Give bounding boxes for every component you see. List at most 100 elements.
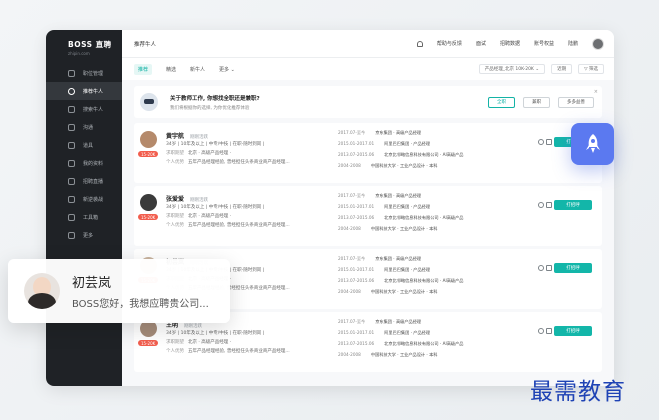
candidate-card[interactable]: 15-20K 黄宇航 刚刚活跃 34岁 | 10年及以上 | 中专/中技 | 在职-随… — [134, 123, 602, 183]
star-icon — [68, 195, 75, 203]
chat-notification[interactable]: 初芸岚 BOSS您好，我想应聘贵公司... — [8, 259, 230, 323]
sidebar-item-new[interactable]: 新逆袭战 — [46, 190, 122, 208]
candidate-expect: 求职期望北京 · 高级产品经理 · — [166, 340, 233, 345]
experience-detail: 京东集团 · 高级产品经理 — [375, 256, 422, 261]
more-icon[interactable] — [546, 265, 552, 271]
avatar[interactable] — [592, 37, 604, 50]
sidebar-item-label: 搜索牛人 — [83, 106, 104, 113]
job-select[interactable]: 产品经理_北京 10K-20K ⌄ — [478, 64, 546, 74]
advantage-text: 五年产品经理经验, 曾经担任头条商业商产品经理... — [188, 160, 290, 165]
greet-button[interactable]: 打招呼 — [554, 326, 592, 336]
expect-field: 高级产品经理 — [201, 214, 229, 219]
close-icon[interactable]: × — [594, 89, 598, 95]
experience-date: 2013.07-2015.06 — [338, 152, 375, 157]
more-icon[interactable] — [546, 139, 552, 145]
candidate-name-row: 黄宇航 刚刚活跃 — [166, 131, 208, 140]
favorite-icon[interactable] — [538, 139, 544, 145]
sidebar-item-label: 道具 — [83, 142, 94, 149]
sidebar-item-props[interactable]: 道具 — [46, 136, 122, 154]
both-button[interactable]: 多多益善 — [558, 96, 594, 108]
sidebar-item-tools[interactable]: 工具箱 — [46, 208, 122, 226]
help-link[interactable]: 帮助与反馈 — [437, 40, 462, 47]
experience-date: 2004-2008 — [338, 289, 361, 294]
experience-date: 2013.07-2015.06 — [338, 341, 375, 346]
tabs-row: 推荐 精选 新牛人 更多 ⌄ 产品经理_北京 10K-20K ⌄ 近期 ▽ 筛选 — [122, 58, 614, 80]
sidebar-item-recommend[interactable]: 推荐牛人 — [46, 82, 122, 100]
experience-detail: 北京比邻略信息科技有限公司 · AI高级产品 — [384, 278, 464, 283]
chat-icon — [68, 123, 75, 131]
experience-row: 2004-2008 中国科技大学 · 工业产品设计 · 本科 — [338, 163, 437, 169]
experience-row: 2015.01-2017.01 阿里巴巴集团 · 产品经理 — [338, 330, 430, 336]
more-icon[interactable] — [546, 328, 552, 334]
candidate-avatar — [140, 131, 157, 148]
filter-button[interactable]: ▽ 筛选 — [578, 64, 604, 74]
favorite-icon[interactable] — [538, 202, 544, 208]
experience-date: 2017.07-至今 — [338, 319, 366, 324]
expect-field: 北京 — [188, 214, 197, 219]
search-icon — [68, 105, 75, 113]
candidate-expect: 求职期望北京 · 高级产品经理 · — [166, 214, 233, 219]
candidate-basic: 34岁 | 10年及以上 | 中专/中技 | 在职-随时到岗 | — [166, 205, 266, 210]
rights-link[interactable]: 账号权益 — [534, 40, 554, 47]
sidebar-item-label: 招聘直播 — [83, 178, 104, 185]
sidebar-item-jobs[interactable]: 职位管理 — [46, 64, 122, 82]
expect-field: 高级产品经理 — [201, 340, 229, 345]
sidebar-item-more[interactable]: 更多 — [46, 226, 122, 244]
briefcase-icon — [68, 69, 75, 77]
recent-filter[interactable]: 近期 — [551, 64, 573, 74]
candidate-advantage: 个人优势五年产品经理经验, 曾经担任头条商业商产品经理... — [166, 348, 290, 354]
recent-label: 近期 — [557, 67, 567, 72]
sidebar-item-label: 新逆袭战 — [83, 196, 104, 203]
parttime-button[interactable]: 兼职 — [523, 96, 550, 108]
tab-new[interactable]: 新牛人 — [190, 66, 205, 73]
sidebar-item-profile[interactable]: 我的资料 — [46, 154, 122, 172]
sidebar-item-search[interactable]: 搜索牛人 — [46, 100, 122, 118]
expect-key: 求职期望 — [166, 340, 184, 345]
advantage-key: 个人优势 — [166, 349, 184, 354]
robot-icon — [140, 93, 158, 111]
chat-avatar — [24, 273, 60, 309]
experience-date: 2017.07-至今 — [338, 193, 366, 198]
greet-button[interactable]: 打招呼 — [554, 200, 592, 210]
tab-featured[interactable]: 精选 — [166, 66, 176, 73]
sidebar-item-live[interactable]: 招聘直播 — [46, 172, 122, 190]
experience-date: 2013.07-2015.06 — [338, 278, 375, 283]
rocket-badge[interactable] — [571, 123, 614, 165]
favorite-icon[interactable] — [538, 265, 544, 271]
bell-icon[interactable] — [416, 40, 423, 47]
sidebar: BOSS 直聘 zhipin.com 职位管理 推荐牛人 搜索牛人 沟通 道具 … — [46, 30, 122, 386]
expect-key: 求职期望 — [166, 151, 184, 156]
user-name[interactable]: 陆鹏 — [568, 40, 578, 47]
basic-field: 34岁 — [166, 142, 177, 147]
data-link[interactable]: 招聘数据 — [500, 40, 520, 47]
preference-banner: 关于教师工作, 你想找全职还是兼职? 我们将根据你的选择, 为你优化推荐体验 全… — [134, 86, 602, 118]
candidate-name: 王明 — [166, 322, 179, 329]
experience-row: 2004-2008 中国科技大学 · 工业产品设计 · 本科 — [338, 226, 437, 232]
greet-button[interactable]: 打招呼 — [554, 263, 592, 273]
candidate-card[interactable]: 15-20K 张爱爱 刚刚活跃 34岁 | 10年及以上 | 中专/中技 | 在职-随… — [134, 186, 602, 246]
salary-badge: 15-20K — [138, 214, 159, 220]
sidebar-item-label: 工具箱 — [83, 214, 99, 221]
tab-more-label: 更多 — [219, 66, 230, 73]
interview-link[interactable]: 面试 — [476, 40, 486, 47]
experience-date: 2013.07-2015.06 — [338, 215, 375, 220]
experience-detail: 北京比邻略信息科技有限公司 · AI高级产品 — [384, 215, 464, 220]
experience-detail: 中国科技大学 · 工业产品设计 · 本科 — [370, 352, 438, 357]
fulltime-button[interactable]: 全职 — [488, 96, 515, 108]
experience-date: 2004-2008 — [338, 226, 361, 231]
experience-detail: 中国科技大学 · 工业产品设计 · 本科 — [370, 163, 438, 168]
experience-row: 2017.07-至今 京东集团 · 高级产品经理 — [338, 256, 421, 262]
favorite-icon[interactable] — [538, 328, 544, 334]
sidebar-item-chat[interactable]: 沟通 — [46, 118, 122, 136]
tab-more[interactable]: 更多 ⌄ — [219, 66, 235, 73]
expect-field: 北京 — [188, 151, 197, 156]
more-icon[interactable] — [546, 202, 552, 208]
tab-recommend[interactable]: 推荐 — [134, 63, 153, 75]
experience-detail: 阿里巴巴集团 · 产品经理 — [384, 204, 431, 209]
experience-row: 2017.07-至今 京东集团 · 高级产品经理 — [338, 193, 421, 199]
sidebar-item-label: 职位管理 — [83, 70, 104, 77]
experience-detail: 中国科技大学 · 工业产品设计 · 本科 — [370, 226, 438, 231]
gift-icon — [68, 141, 75, 149]
experience-row: 2004-2008 中国科技大学 · 工业产品设计 · 本科 — [338, 289, 437, 295]
basic-field: 在职-随时到岗 — [232, 142, 262, 147]
